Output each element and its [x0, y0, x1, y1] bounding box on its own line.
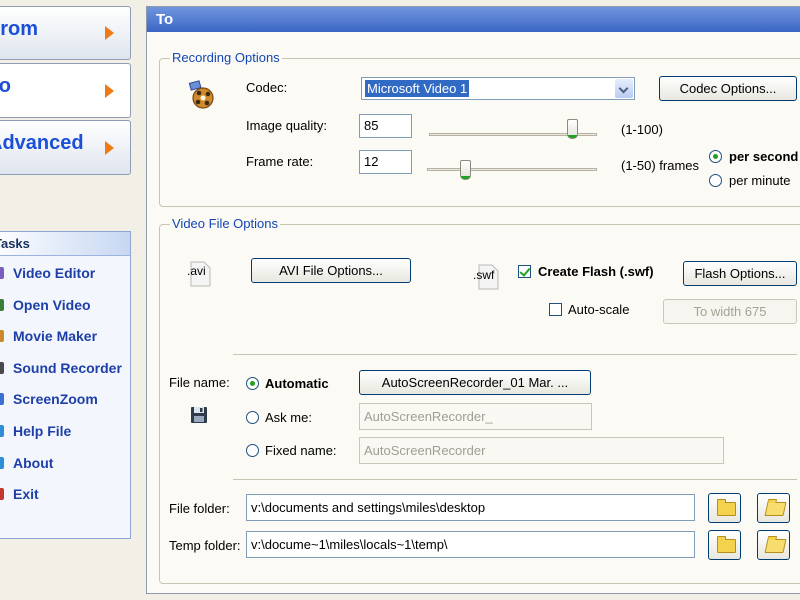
image-quality-range: (1-100): [621, 122, 663, 137]
frame-rate-slider[interactable]: [460, 160, 472, 180]
per-second-radio[interactable]: [709, 150, 722, 163]
file-folder-open-button[interactable]: [757, 493, 790, 523]
file-folder-label: File folder:: [169, 501, 230, 516]
image-quality-label: Image quality:: [246, 118, 327, 133]
video-file-options-title: Video File Options: [170, 216, 280, 231]
exit-icon: [0, 488, 4, 501]
file-name-label: File name:: [169, 375, 230, 390]
per-second-label: per second: [729, 149, 799, 164]
task-item-label: Open Video: [13, 296, 91, 313]
separator: [233, 479, 797, 480]
automatic-label: Automatic: [265, 376, 329, 391]
recording-options-title: Recording Options: [170, 50, 282, 65]
task-item-label: Exit: [13, 486, 39, 503]
sound-recorder-icon: [0, 361, 4, 374]
floppy-disk-icon: [191, 407, 207, 423]
task-item[interactable]: Sound Recorder: [0, 357, 131, 379]
automatic-radio[interactable]: [246, 377, 259, 390]
nav-from-label: From: [0, 18, 38, 40]
temp-folder-browse-button[interactable]: [708, 530, 741, 560]
nav-advanced-label: Advanced: [0, 132, 84, 154]
frame-rate-input[interactable]: 12: [359, 150, 412, 174]
per-minute-label: per minute: [729, 173, 791, 188]
open-folder-icon: [764, 539, 787, 553]
nav-to-label: To: [0, 75, 11, 97]
automatic-name-button[interactable]: AutoScreenRecorder_01 Mar. ...: [359, 370, 591, 395]
task-item[interactable]: Movie Maker: [0, 325, 131, 347]
temp-folder-input[interactable]: v:\docume~1\miles\locals~1\temp\: [246, 531, 695, 558]
frame-rate-track: [427, 168, 597, 171]
ask-me-label: Ask me:: [265, 410, 312, 425]
folder-icon: [717, 536, 736, 553]
frame-rate-label: Frame rate:: [246, 154, 314, 169]
task-item[interactable]: Help File: [0, 420, 131, 442]
codec-label: Codec:: [246, 80, 288, 95]
task-item-label: About: [13, 454, 54, 471]
avi-icon-text: .avi: [187, 264, 206, 278]
arrow-right-icon: [105, 140, 114, 155]
auto-scale-label: Auto-scale: [568, 302, 630, 317]
create-flash-label: Create Flash (.swf): [538, 264, 654, 279]
task-item-label: ScreenZoom: [13, 391, 98, 408]
task-item[interactable]: Open Video: [0, 294, 131, 316]
codec-select-value: Microsoft Video 1: [365, 80, 470, 97]
task-item[interactable]: ScreenZoom: [0, 388, 131, 410]
auto-scale-checkbox[interactable]: [549, 303, 562, 316]
tasks-header: Tasks: [0, 232, 130, 256]
ask-me-input[interactable]: AutoScreenRecorder_: [359, 403, 592, 430]
nav-from-button[interactable]: From: [0, 6, 131, 60]
temp-folder-label: Temp folder:: [169, 538, 241, 553]
chevron-down-icon[interactable]: [615, 79, 633, 98]
nav-to-button[interactable]: To: [0, 63, 131, 118]
arrow-right-icon: [105, 26, 114, 40]
swf-icon-text: .swf: [473, 268, 495, 282]
image-quality-input[interactable]: 85: [359, 114, 412, 138]
frame-rate-range: (1-50) frames: [621, 158, 700, 173]
file-folder-browse-button[interactable]: [708, 493, 741, 523]
fixed-name-label: Fixed name:: [265, 443, 337, 458]
ask-me-radio[interactable]: [246, 411, 259, 424]
open-video-icon: [0, 298, 4, 311]
fixed-name-radio[interactable]: [246, 444, 259, 457]
to-panel: To Recording Options Codec: Microsoft Vi…: [146, 6, 800, 594]
arrow-right-icon: [105, 83, 114, 98]
fixed-name-input[interactable]: AutoScreenRecorder: [359, 437, 724, 464]
task-item-label: Sound Recorder: [13, 359, 122, 376]
create-flash-checkbox[interactable]: [518, 265, 531, 278]
task-item-label: Video Editor: [13, 265, 96, 281]
separator: [233, 354, 797, 355]
task-item[interactable]: Exit: [0, 483, 131, 505]
about-icon: [0, 456, 4, 469]
movie-maker-icon: [0, 330, 4, 343]
folder-icon: [717, 499, 736, 516]
screenzoom-icon: [0, 393, 4, 406]
task-item-label: Movie Maker: [13, 328, 98, 345]
codec-options-button[interactable]: Codec Options...: [659, 76, 797, 101]
flash-options-button[interactable]: Flash Options...: [683, 261, 797, 286]
open-folder-icon: [764, 502, 787, 516]
nav-advanced-button[interactable]: Advanced: [0, 120, 131, 175]
task-item-label: Help File: [13, 423, 72, 439]
task-item[interactable]: About: [0, 452, 131, 474]
codec-select[interactable]: Microsoft Video 1: [361, 77, 635, 100]
help-file-icon: [0, 425, 4, 437]
avi-file-options-button[interactable]: AVI File Options...: [251, 258, 411, 283]
image-quality-slider[interactable]: [566, 119, 578, 139]
tasks-panel: Tasks Video Editor Open Video Movie Maker S…: [0, 231, 131, 539]
video-editor-icon: [0, 267, 4, 279]
task-item[interactable]: Video Editor: [0, 262, 131, 284]
temp-folder-open-button[interactable]: [757, 530, 790, 560]
film-reel-icon: [188, 80, 214, 109]
per-minute-radio[interactable]: [709, 174, 722, 187]
file-folder-input[interactable]: v:\documents and settings\miles\desktop: [246, 494, 695, 521]
panel-title: To: [147, 7, 800, 32]
to-width-button[interactable]: To width 675: [663, 299, 797, 324]
